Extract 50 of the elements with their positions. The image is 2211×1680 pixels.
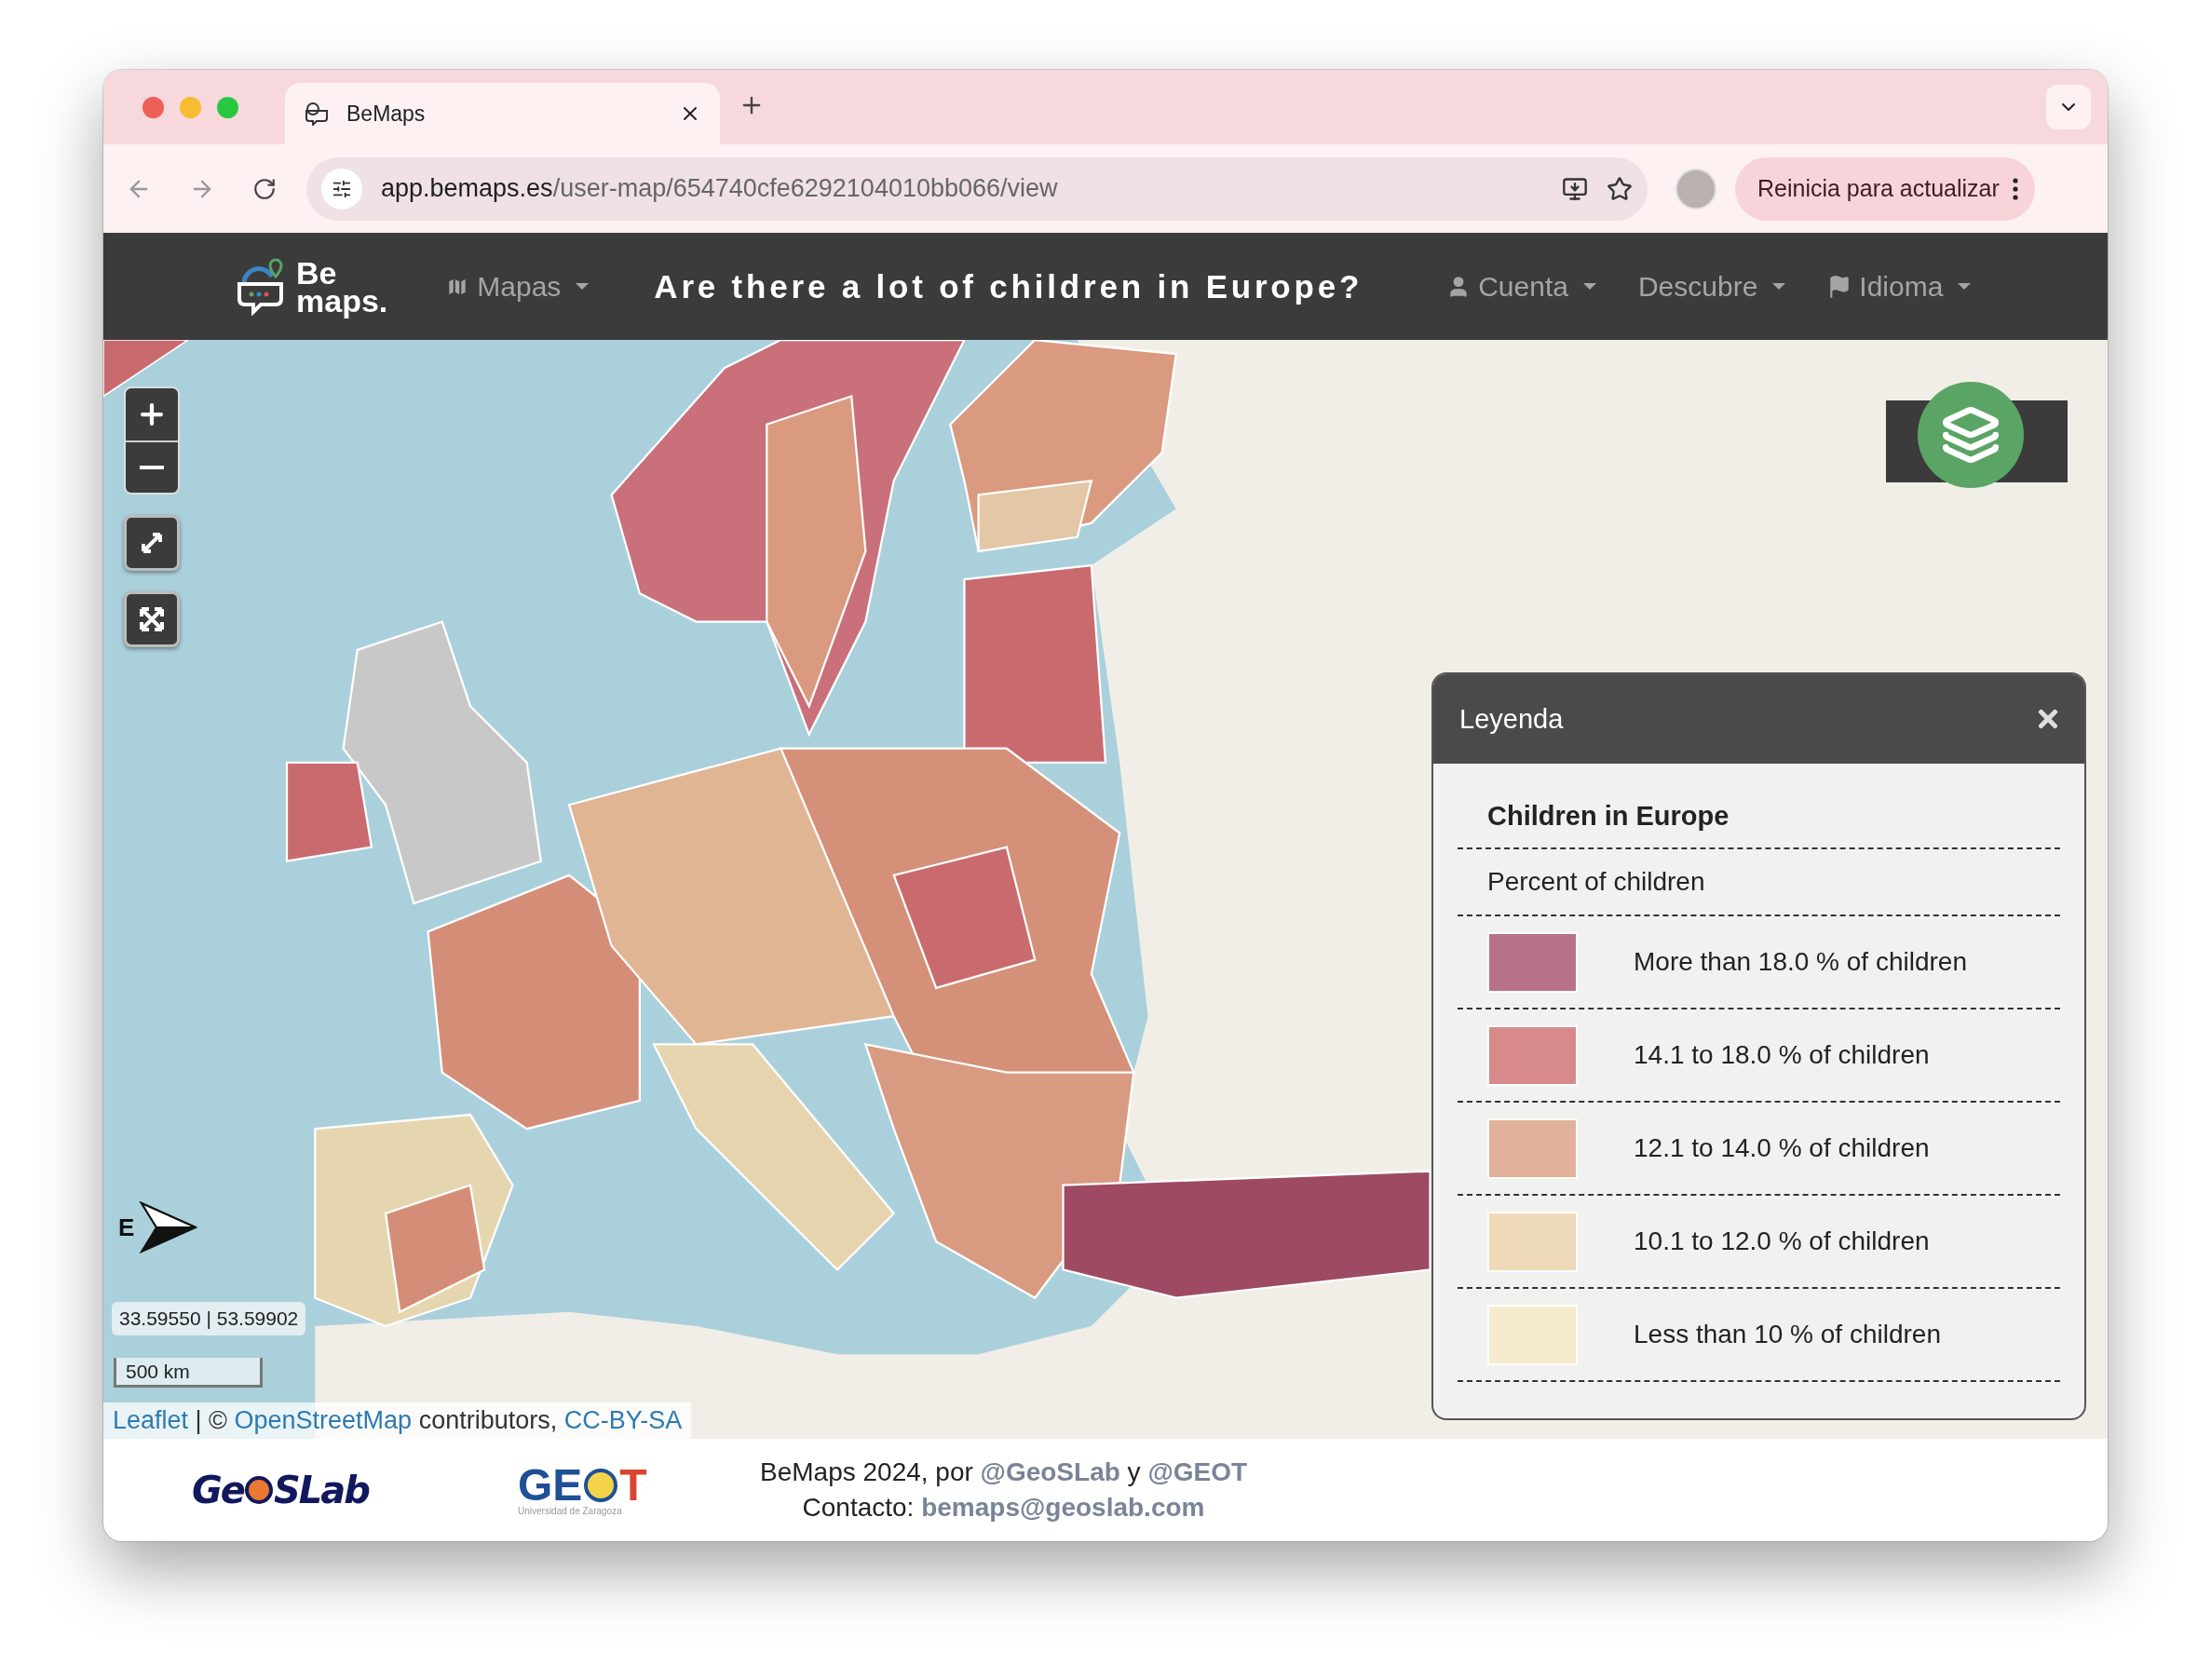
attribution-text: Leaflet | © OpenStreetMap contributors, CC-BY-SA <box>103 1402 692 1439</box>
legend-title: Leyenda <box>1459 703 1564 735</box>
caret-icon <box>1772 283 1786 290</box>
legend-label: More than 18.0 % of children <box>1634 947 1967 977</box>
tab-title: BeMaps <box>346 101 427 127</box>
nav-menu[interactable]: Descubre <box>1637 270 1786 303</box>
attribution-link[interactable]: OpenStreetMap <box>234 1406 413 1434</box>
more-icon <box>2012 177 2018 200</box>
legend-label: 14.1 to 18.0 % of children <box>1634 1040 1930 1070</box>
legend-label: 12.1 to 14.0 % of children <box>1634 1133 1930 1163</box>
footer-text: Contacto: bemaps@geoslab.com <box>802 1493 1205 1523</box>
layers-icon <box>1941 405 2001 465</box>
attribution-link[interactable]: CC-BY-SA <box>563 1406 683 1434</box>
legend-label: Less than 10 % of children <box>1634 1320 1941 1349</box>
fullscreen-button[interactable] <box>124 591 180 647</box>
footer-text: BeMaps 2024, por @GeoSLab y @GEOT <box>760 1457 1247 1487</box>
nav-menu[interactable]: Cuenta <box>1446 270 1596 303</box>
address-bar[interactable]: app.bemaps.es/user-map/654740cfe6292104010bb066/view <box>306 156 1648 221</box>
reload-icon[interactable] <box>252 176 277 201</box>
footer-link[interactable]: @GeoSLab <box>980 1457 1120 1486</box>
variable-name: Percent of children <box>1487 867 1705 897</box>
caret-icon <box>576 283 590 290</box>
zoom-in-button[interactable] <box>126 388 178 440</box>
compass-label: E <box>118 1213 135 1242</box>
browser-tab[interactable]: BeMaps <box>285 83 720 144</box>
site-settings-icon[interactable] <box>321 168 362 210</box>
compass-arrow-icon <box>138 1201 198 1253</box>
layer-name: Children in Europe <box>1487 800 1729 832</box>
attribution-link[interactable]: Leaflet <box>113 1406 189 1434</box>
map-title: Are there a lot of children in Europe? <box>654 267 1363 305</box>
legend-label: 10.1 to 12.0 % of children <box>1634 1226 1930 1256</box>
fullscreen-icon <box>138 605 166 633</box>
logo: Ge SLab <box>192 1469 369 1511</box>
footer-link[interactable]: bemaps@geoslab.com <box>921 1493 1205 1522</box>
minus-icon <box>140 466 164 469</box>
brand-text: Be <box>296 258 338 287</box>
star-icon[interactable] <box>1607 175 1633 202</box>
install-app-icon[interactable] <box>1562 175 1588 202</box>
caret-icon <box>1958 283 1972 290</box>
footer-link[interactable]: @GEOT <box>1147 1457 1247 1486</box>
coordinates-readout: 33.59550 | 53.59902 <box>112 1302 306 1335</box>
scale-bar: 500 km <box>114 1358 263 1388</box>
nav-menu[interactable]: Mapas <box>445 270 590 303</box>
nav-menu[interactable]: Idioma <box>1827 270 1972 303</box>
expand-arrows-button[interactable] <box>124 515 180 571</box>
caret-icon <box>1582 283 1596 290</box>
logo: GE T <box>518 1464 647 1506</box>
zoom-out-button[interactable] <box>126 440 178 493</box>
update-button[interactable]: Reinicia para actualizar <box>1735 156 2035 221</box>
logo-subtitle: Universidad de Zaragoza <box>518 1505 622 1516</box>
